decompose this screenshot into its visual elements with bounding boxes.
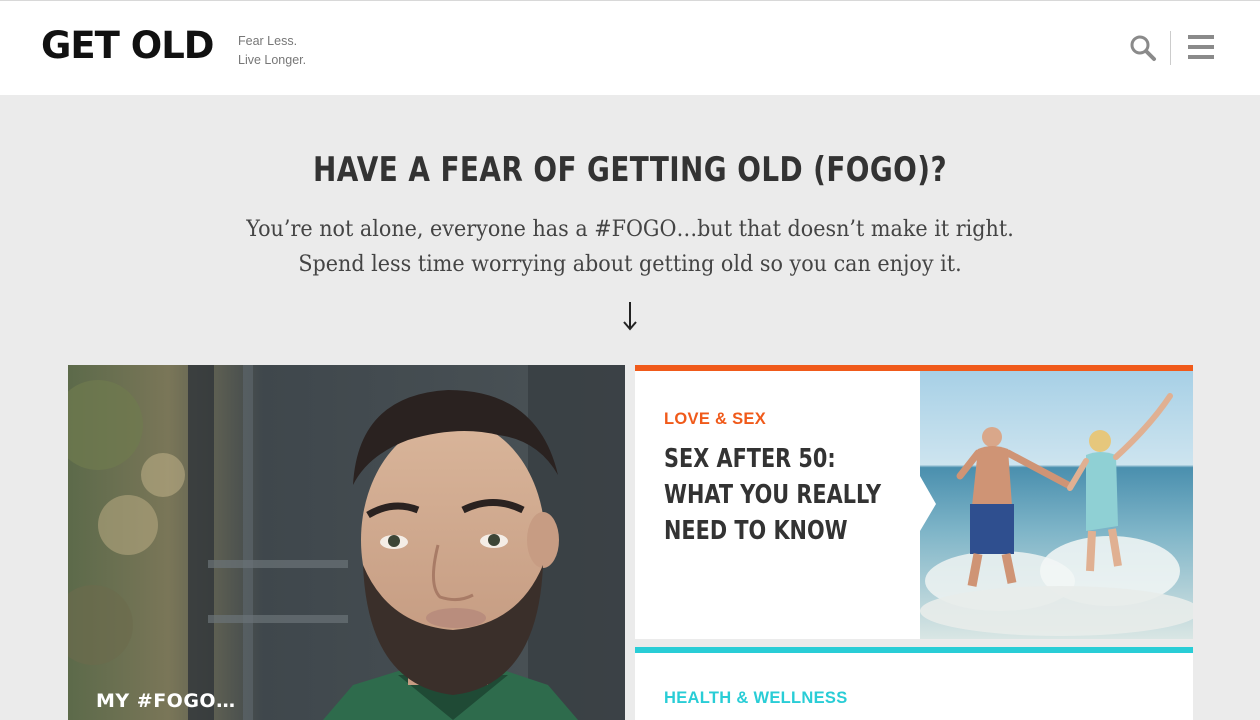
category-label[interactable]: HEALTH & WELLNESS [664,689,848,708]
scroll-down-button[interactable] [615,298,645,334]
site-logo[interactable]: GET OLD [41,27,215,64]
search-icon [1130,35,1156,61]
hero-subtitle-line-1: You’re not alone, everyone has a #FOGO…b… [246,216,1014,242]
headline-line-1: SEX AFTER 50: [664,444,836,474]
site-tagline: Fear Less. Live Longer. [238,32,306,70]
header-divider [1170,31,1171,65]
category-label[interactable]: LOVE & SEX [664,410,766,429]
tagline-line-1: Fear Less. [238,34,298,48]
arrow-down-icon [623,302,637,331]
site-header: GET OLD Fear Less. Live Longer. [0,0,1260,95]
feature-label: MY #FOGO… [96,690,236,712]
hero-title: HAVE A FEAR OF GETTING OLD (FOGO)? [312,150,948,190]
headline-line-2: WHAT YOU REALLY [664,480,882,510]
feature-article-card[interactable]: MY #FOGO… [68,365,625,720]
feature-photo [68,365,625,720]
article-card-love-sex[interactable]: LOVE & SEX SEX AFTER 50: WHAT YOU REALLY… [635,365,1193,639]
article-headline[interactable]: SEX AFTER 50: WHAT YOU REALLY NEED TO KN… [664,441,882,549]
menu-button[interactable] [1187,34,1215,62]
hero-subtitle: You’re not alone, everyone has a #FOGO…b… [50,212,1209,282]
hero-subtitle-line-2: Spend less time worrying about getting o… [298,251,962,277]
tagline-line-2: Live Longer. [238,53,307,67]
search-button[interactable] [1128,33,1158,63]
article-photo [920,371,1193,639]
article-card-health-wellness[interactable]: HEALTH & WELLNESS [635,647,1193,720]
headline-line-3: NEED TO KNOW [664,516,848,546]
